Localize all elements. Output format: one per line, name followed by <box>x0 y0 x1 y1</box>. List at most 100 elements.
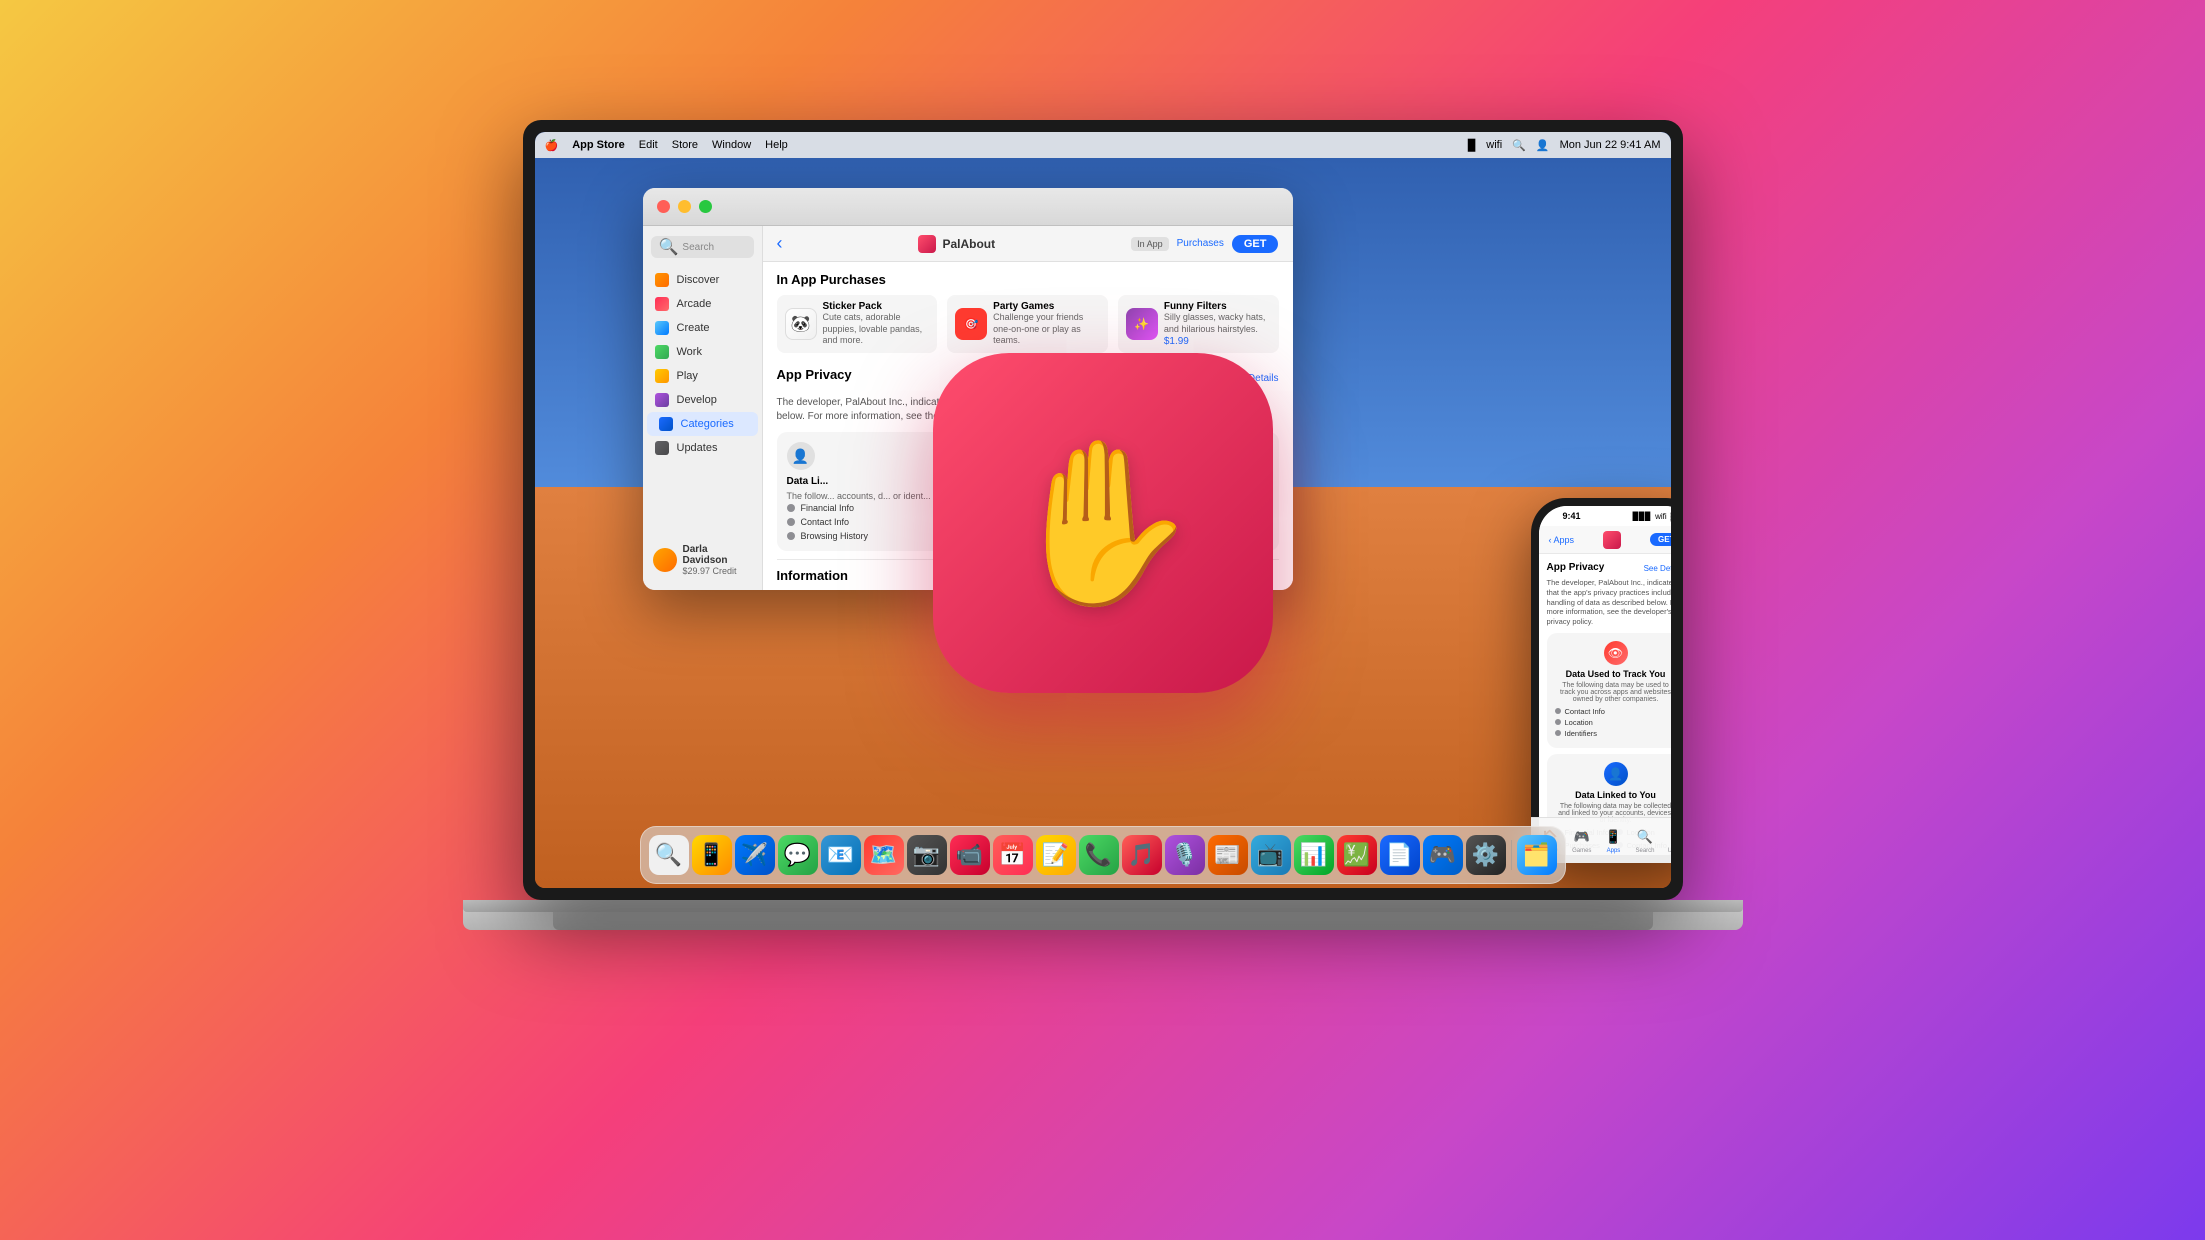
track-label-2: Location <box>1565 718 1593 727</box>
sidebar-item-develop[interactable]: Develop <box>643 388 762 412</box>
dock-facetime[interactable]: 📹 <box>950 835 990 875</box>
dock-calendar[interactable]: 📅 <box>993 835 1033 875</box>
close-button[interactable] <box>657 200 670 213</box>
sticker-name: Sticker Pack <box>823 301 930 312</box>
sticker-icon: 🐼 <box>785 308 817 340</box>
dock-maps[interactable]: 🗺️ <box>864 835 904 875</box>
sidebar-label-arcade: Arcade <box>677 298 712 310</box>
discover-icon <box>655 273 669 287</box>
iphone-device: 9:41 ▉▉▉ wifi ▓ <box>1531 498 1671 868</box>
tab-games-icon: 🎮 <box>1573 828 1591 846</box>
iap-item-sticker[interactable]: 🐼 Sticker Pack Cute cats, adorable puppi… <box>777 295 938 353</box>
sidebar-item-updates[interactable]: Updates <box>643 436 762 460</box>
iphone-status-icons: ▉▉▉ wifi ▓ <box>1633 512 1671 521</box>
maximize-button[interactable] <box>699 200 712 213</box>
dock-pages[interactable]: 📄 <box>1380 835 1420 875</box>
sidebar-item-create[interactable]: Create <box>643 316 762 340</box>
dock-podcasts[interactable]: 🎙️ <box>1165 835 1205 875</box>
tab-apps-label: Apps <box>1607 848 1621 854</box>
menu-window[interactable]: Window <box>712 139 751 151</box>
macbook-base <box>463 900 1743 930</box>
iap-row: 🐼 Sticker Pack Cute cats, adorable puppi… <box>777 295 1279 353</box>
dock-finder[interactable]: 🔍 <box>649 835 689 875</box>
menu-store[interactable]: Store <box>672 139 698 151</box>
filters-info: Funny Filters Silly glasses, wacky hats,… <box>1164 301 1271 346</box>
filters-name: Funny Filters <box>1164 301 1271 312</box>
browsing-dot <box>787 532 795 540</box>
user-name: Darla Davidson <box>683 544 753 566</box>
menu-edit[interactable]: Edit <box>639 139 658 151</box>
content-header: ‹ PalAbout In App Purchases GET <box>763 226 1293 262</box>
dock: 🔍 📱 ✈️ 💬 📧 🗺️ 📷 📹 📅 📝 📞 🎵 🎙️ 📰 <box>640 826 1566 884</box>
iap-item-filters[interactable]: ✨ Funny Filters Silly glasses, wacky hat… <box>1118 295 1279 353</box>
sidebar-label-categories: Categories <box>681 418 734 430</box>
sidebar-item-work[interactable]: Work <box>643 340 762 364</box>
sidebar-item-categories[interactable]: Categories <box>647 412 758 436</box>
tab-updates-icon: ⬇️ <box>1670 828 1671 846</box>
iphone-privacy-title: App Privacy <box>1547 562 1605 573</box>
iphone-back-button[interactable]: ‹ Apps <box>1549 535 1575 545</box>
filters-icon: ✨ <box>1126 308 1158 340</box>
tab-search-icon: 🔍 <box>1636 828 1654 846</box>
dock-safari[interactable]: ✈️ <box>735 835 775 875</box>
dock-keynote[interactable]: 💹 <box>1337 835 1377 875</box>
in-app-label: In App <box>1131 237 1169 251</box>
tab-search-label: Search <box>1636 848 1655 854</box>
dock-photos[interactable]: 📷 <box>907 835 947 875</box>
party-name: Party Games <box>993 301 1100 312</box>
apple-menu[interactable]: 🍎 <box>545 139 559 152</box>
tab-games-label: Games <box>1572 848 1591 854</box>
dock-launchpad[interactable]: 📱 <box>692 835 732 875</box>
minimize-button[interactable] <box>678 200 691 213</box>
menu-bar: 🍎 App Store PalAbout Edit Store Window H… <box>535 132 1671 158</box>
menu-help[interactable]: Help <box>765 139 788 151</box>
iap-item-party[interactable]: 🎯 Party Games Challenge your friends one… <box>947 295 1108 353</box>
dock-messages[interactable]: 💬 <box>778 835 818 875</box>
iphone-linked-title: Data Linked to You <box>1555 790 1671 800</box>
back-chevron-icon: ‹ <box>1549 535 1552 545</box>
dock-tv[interactable]: 📺 <box>1251 835 1291 875</box>
sidebar-user: Darla Davidson $29.97 Credit <box>643 538 763 582</box>
search-icon-sidebar: 🔍 <box>659 237 679 257</box>
sidebar-item-discover[interactable]: Discover <box>643 268 762 292</box>
dock-phone[interactable]: 📞 <box>1079 835 1119 875</box>
track-dot-1 <box>1555 708 1561 714</box>
sidebar-label-updates: Updates <box>677 442 718 454</box>
iap-section-title: In App Purchases <box>777 272 1279 287</box>
app-store-menu[interactable]: App Store <box>572 139 625 151</box>
header-actions: In App Purchases GET <box>1131 235 1278 253</box>
iphone-time: 9:41 <box>1563 511 1581 521</box>
dock-system-prefs[interactable]: ⚙️ <box>1466 835 1506 875</box>
purchases-link[interactable]: Purchases <box>1177 238 1224 249</box>
sticker-desc: Cute cats, adorable puppies, lovable pan… <box>823 312 930 347</box>
iphone-see-details[interactable]: See Details <box>1644 564 1671 573</box>
iphone-tab-updates[interactable]: ⬇️ Updates <box>1668 828 1671 854</box>
dock-finder2[interactable]: 🗂️ <box>1517 835 1557 875</box>
iphone-tab-search[interactable]: 🔍 Search <box>1636 828 1655 854</box>
iphone-tab-apps[interactable]: 📱 Apps <box>1604 828 1622 854</box>
dock-news[interactable]: 📰 <box>1208 835 1248 875</box>
back-button[interactable]: ‹ <box>777 233 783 254</box>
iphone-tab-games[interactable]: 🎮 Games <box>1572 828 1591 854</box>
tab-updates-label: Updates <box>1668 848 1671 854</box>
dock-numbers[interactable]: 📊 <box>1294 835 1334 875</box>
search-icon[interactable]: 🔍 <box>1512 139 1526 152</box>
apps-label: Apps <box>1554 535 1575 545</box>
develop-icon <box>655 393 669 407</box>
get-button[interactable]: GET <box>1232 235 1279 253</box>
financial-label: Financial Info <box>801 503 855 513</box>
sidebar-item-play[interactable]: Play <box>643 364 762 388</box>
iphone-track-box: 👁 Data Used to Track You The following d… <box>1547 633 1671 748</box>
sticker-info: Sticker Pack Cute cats, adorable puppies… <box>823 301 930 347</box>
iphone-get-button[interactable]: GET <box>1650 533 1670 546</box>
window-titlebar <box>643 188 1293 226</box>
sidebar-item-arcade[interactable]: Arcade <box>643 292 762 316</box>
dock-mail[interactable]: 📧 <box>821 835 861 875</box>
data-linked-icon: 👤 <box>787 442 815 470</box>
sidebar-label-discover: Discover <box>677 274 720 286</box>
dock-notes[interactable]: 📝 <box>1036 835 1076 875</box>
sidebar-search[interactable]: 🔍 Search <box>651 236 754 258</box>
sidebar-label-develop: Develop <box>677 394 717 406</box>
dock-appstore[interactable]: 🎮 <box>1423 835 1463 875</box>
dock-music[interactable]: 🎵 <box>1122 835 1162 875</box>
